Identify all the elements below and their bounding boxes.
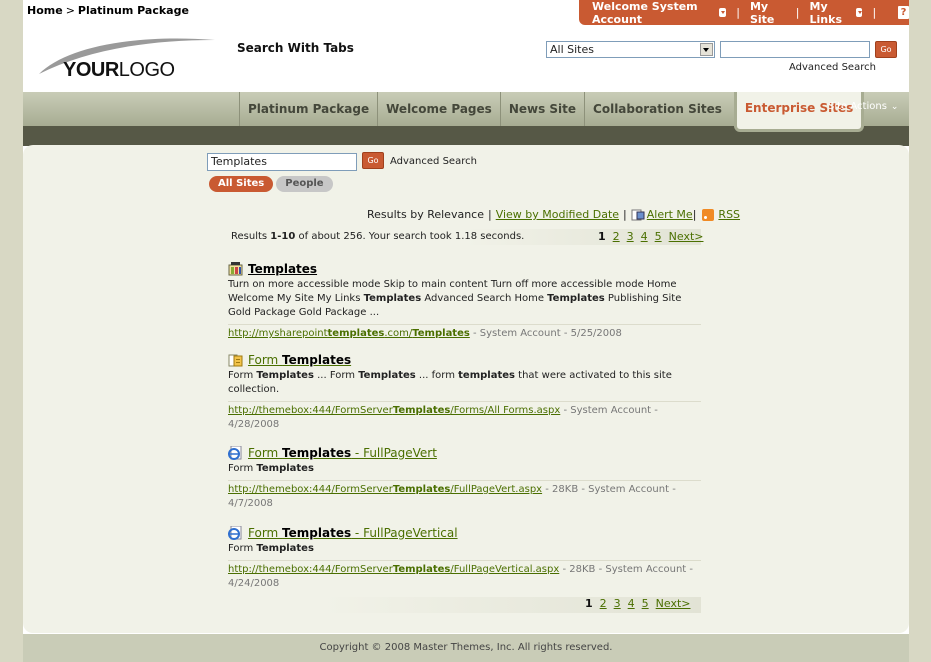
- tab-people[interactable]: People: [276, 176, 333, 192]
- site-actions-label: Site Actions: [828, 101, 887, 112]
- next-page-link[interactable]: Next>: [656, 597, 691, 610]
- result-description: Form Templates: [228, 543, 314, 554]
- pager-top: 1 2 3 4 5 Next>: [598, 230, 711, 243]
- search-result: Templates Turn on more accessible mode S…: [228, 262, 701, 341]
- form-library-icon: [228, 354, 243, 367]
- view-by-modified-date-link[interactable]: View by Modified Date: [496, 208, 619, 221]
- result-url-link[interactable]: http://mysharepointtemplates.com/Templat…: [228, 328, 470, 339]
- search-result: Form Templates Form Templates ... Form T…: [228, 353, 701, 432]
- logo: YOURLOGO: [37, 36, 217, 84]
- sort-bar: Results by Relevance | View by Modified …: [367, 208, 740, 221]
- ie-page-icon: [228, 446, 242, 460]
- result-title-link[interactable]: Templates: [248, 262, 317, 276]
- pager-bottom-bar: 1 2 3 4 5 Next>: [227, 597, 701, 613]
- result-title-link[interactable]: Form Templates - FullPageVert: [248, 446, 437, 460]
- result-description: Form Templates ... Form Templates ... fo…: [228, 370, 672, 395]
- page-5-link[interactable]: 5: [642, 597, 649, 610]
- dropdown-arrow-icon: [855, 8, 863, 17]
- breadcrumb-home[interactable]: Home: [27, 4, 63, 17]
- header-advanced-search-link[interactable]: Advanced Search: [789, 62, 876, 73]
- result-url-link[interactable]: http://themebox:444/FormServerTemplates/…: [228, 405, 560, 416]
- search-scope-tabs: All Sites People: [209, 176, 333, 192]
- result-url-link[interactable]: http://themebox:444/FormServerTemplates/…: [228, 484, 542, 495]
- page-4-link[interactable]: 4: [628, 597, 635, 610]
- site-icon: [228, 262, 243, 276]
- search-result: Form Templates - FullPageVertical Form T…: [228, 526, 701, 591]
- search-scope-select[interactable]: All Sites: [546, 41, 715, 58]
- page-2-link[interactable]: 2: [613, 230, 620, 243]
- page-3-link[interactable]: 3: [627, 230, 634, 243]
- help-icon[interactable]: ?: [898, 6, 909, 19]
- sort-separator: |: [692, 208, 697, 221]
- result-url-link[interactable]: http://themebox:444/FormServerTemplates/…: [228, 564, 559, 575]
- next-page-link[interactable]: Next>: [669, 230, 704, 243]
- site-actions-menu[interactable]: Site Actions ⌄: [828, 101, 898, 112]
- breadcrumb-current: Platinum Package: [77, 4, 189, 17]
- result-url-line: http://mysharepointtemplates.com/Templat…: [228, 324, 701, 341]
- rss-link[interactable]: RSS: [718, 208, 740, 221]
- nav-tab-news-site[interactable]: News Site: [499, 92, 584, 126]
- page-1: 1: [585, 597, 593, 610]
- page-2-link[interactable]: 2: [600, 597, 607, 610]
- my-links-menu[interactable]: My Links: [810, 0, 863, 26]
- page-1: 1: [598, 230, 606, 243]
- header-search-input[interactable]: [720, 41, 870, 58]
- sort-separator: |: [487, 208, 492, 221]
- result-meta: - System Account - 5/25/2008: [469, 328, 622, 339]
- welcome-separator: |: [872, 6, 877, 19]
- result-title-link[interactable]: Form Templates - FullPageVertical: [248, 526, 458, 540]
- sort-by-relevance-label: Results by Relevance: [367, 208, 484, 221]
- top-nav: Platinum Package Welcome Pages News Site…: [239, 92, 865, 132]
- search-scope-value: All Sites: [550, 43, 594, 56]
- main-content: Templates Go Advanced Search All Sites P…: [23, 145, 909, 633]
- result-description: Turn on more accessible mode Skip to mai…: [228, 279, 682, 318]
- result-url-line: http://themebox:444/FormServerTemplates/…: [228, 480, 701, 511]
- advanced-search-link[interactable]: Advanced Search: [390, 156, 477, 167]
- result-description: Form Templates: [228, 463, 314, 474]
- nav-tab-enterprise-sites[interactable]: Enterprise Sites: [733, 92, 865, 132]
- nav-tab-platinum-package[interactable]: Platinum Package: [239, 92, 377, 126]
- page-frame: Home > Platinum Package Welcome System Acc…: [23, 0, 909, 662]
- logo-text: YOURLOGO: [63, 59, 175, 81]
- page-5-link[interactable]: 5: [655, 230, 662, 243]
- search-result: Form Templates - FullPageVert Form Templ…: [228, 446, 701, 511]
- dropdown-arrow-icon: [719, 8, 727, 17]
- search-query-input[interactable]: Templates: [207, 153, 357, 171]
- header-go-button[interactable]: Go: [875, 41, 897, 58]
- sort-separator: |: [623, 208, 627, 221]
- welcome-separator: |: [795, 6, 800, 19]
- page-3-link[interactable]: 3: [614, 597, 621, 610]
- result-title-link[interactable]: Form Templates: [248, 353, 351, 367]
- nav-tab-welcome-pages[interactable]: Welcome Pages: [377, 92, 500, 126]
- welcome-account-label: Welcome System Account: [592, 0, 698, 26]
- welcome-separator: |: [736, 6, 740, 19]
- welcome-menu[interactable]: Welcome System Account: [592, 0, 727, 26]
- chevron-down-icon[interactable]: [700, 43, 713, 56]
- page-title: Search With Tabs: [237, 41, 354, 55]
- ie-page-icon: [228, 526, 242, 540]
- result-url-line: http://themebox:444/FormServerTemplates/…: [228, 401, 701, 432]
- nav-tab-collaboration-sites[interactable]: Collaboration Sites: [584, 92, 730, 126]
- page-4-link[interactable]: 4: [641, 230, 648, 243]
- result-url-line: http://themebox:444/FormServerTemplates/…: [228, 560, 701, 591]
- alert-icon: [631, 209, 645, 220]
- my-site-link[interactable]: My Site: [750, 0, 786, 26]
- pager-bottom: 1 2 3 4 5 Next>: [585, 597, 698, 610]
- footer-copyright: Copyright © 2008 Master Themes, Inc. All…: [23, 634, 909, 662]
- breadcrumb-separator: >: [65, 4, 75, 17]
- alert-me-link[interactable]: Alert Me: [647, 208, 693, 221]
- tab-all-sites[interactable]: All Sites: [209, 176, 274, 192]
- welcome-bar: Welcome System Account | My Site | My Li…: [579, 0, 909, 26]
- rss-icon[interactable]: [702, 208, 715, 221]
- search-go-button[interactable]: Go: [362, 152, 384, 169]
- my-links-label: My Links: [809, 0, 842, 26]
- chevron-down-icon: ⌄: [890, 102, 899, 112]
- breadcrumb: Home > Platinum Package: [27, 4, 189, 17]
